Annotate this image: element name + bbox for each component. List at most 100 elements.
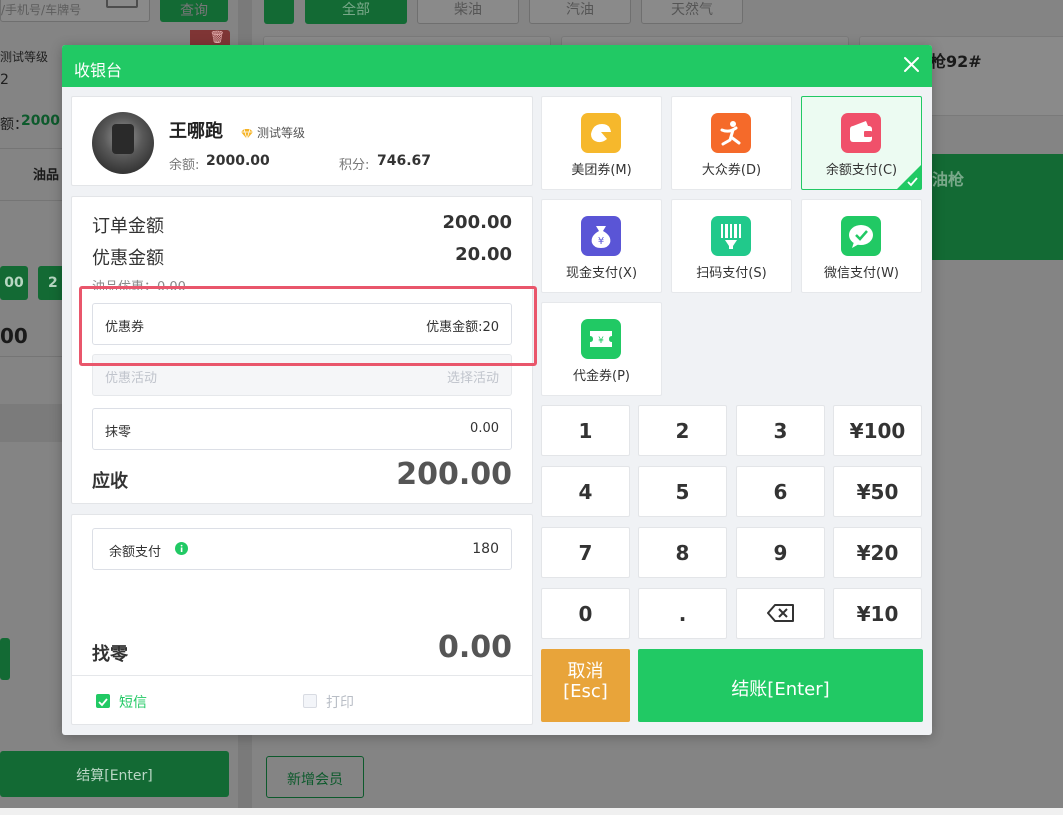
highlight-box [79, 286, 537, 366]
points-label: 积分: [339, 158, 370, 173]
tab-all[interactable]: 全部 [305, 0, 407, 24]
backspace-icon [766, 604, 794, 622]
balance-label: 余额: [169, 158, 200, 173]
method-label: 扫码支付(S) [696, 266, 767, 281]
method-label: 美团券(M) [571, 163, 632, 178]
change-value: 0.00 [437, 630, 512, 665]
scan-card-icon[interactable] [106, 0, 138, 8]
method-label: 微信支付(W) [824, 266, 899, 281]
avatar-figure [112, 124, 134, 154]
discount-amount-label: 优惠金额 [92, 248, 164, 269]
member-name: 王哪跑 [169, 121, 223, 142]
key-0[interactable]: 0 [541, 588, 630, 639]
order-amount-label: 订单金额 [92, 216, 164, 237]
method-label: 大众券(D) [701, 163, 762, 178]
gun-title: 油枪 [932, 170, 965, 189]
key-dot[interactable]: . [638, 588, 727, 639]
key-9[interactable]: 9 [736, 527, 825, 578]
svg-text:¥: ¥ [598, 336, 604, 346]
activity-label: 优惠活动 [105, 371, 158, 386]
member-level-text: 测试等级 [0, 50, 49, 64]
tab-natural-gas[interactable]: 天然气 [641, 0, 743, 24]
sms-checkbox[interactable] [96, 694, 110, 708]
key-7[interactable]: 7 [541, 527, 630, 578]
oil-product-header: 油品 [33, 168, 60, 183]
checkout-button[interactable]: 结账[Enter] [638, 649, 923, 722]
wechat-icon [841, 216, 881, 256]
options-divider [72, 675, 532, 676]
payment-panel: 余额支付 180 找零 0.00 短信 打印 [71, 514, 533, 725]
meituan-icon [581, 113, 621, 153]
method-dianping[interactable]: 大众券(D) [671, 96, 792, 190]
method-balance[interactable]: 余额支付(C) [801, 96, 922, 190]
key-4[interactable]: 4 [541, 466, 630, 517]
key-100[interactable]: ¥100 [833, 405, 922, 456]
sms-label[interactable]: 短信 [119, 692, 147, 712]
wallet-icon [841, 113, 881, 153]
back-button[interactable] [264, 0, 294, 24]
modal-title: 收银台 [74, 61, 123, 80]
svg-text:¥: ¥ [598, 236, 604, 247]
key-50[interactable]: ¥50 [833, 466, 922, 517]
method-label: 现金支付(X) [565, 266, 638, 281]
amount-chip[interactable]: 00 [0, 266, 28, 300]
cancel-shortcut: [Esc] [563, 681, 608, 702]
info-icon[interactable] [175, 542, 188, 555]
background-button[interactable] [0, 638, 10, 680]
method-voucher[interactable]: ¥ 代金券(P) [541, 302, 662, 396]
tab-gasoline[interactable]: 汽油 [529, 0, 631, 24]
new-member-button[interactable]: 新增会员 [266, 756, 364, 798]
settle-button[interactable]: 结算[Enter] [0, 751, 229, 797]
money-bag-icon: ¥ [581, 216, 621, 256]
rounding-field[interactable]: 抹零 0.00 [92, 408, 512, 450]
key-20[interactable]: ¥20 [833, 527, 922, 578]
dianping-icon [711, 113, 751, 153]
key-8[interactable]: 8 [638, 527, 727, 578]
key-6[interactable]: 6 [736, 466, 825, 517]
amount-text: 00 [0, 324, 28, 348]
cancel-button[interactable]: 取消 [Esc] [541, 649, 630, 722]
method-cash[interactable]: ¥ 现金支付(X) [541, 199, 662, 293]
barcode-scan-icon [711, 216, 751, 256]
query-button[interactable]: 查询 [160, 0, 228, 22]
order-amount-value: 200.00 [442, 212, 512, 233]
points-value: 746.67 [377, 153, 432, 169]
key-2[interactable]: 2 [638, 405, 727, 456]
checkout-modal: 收银台 王哪跑 测试等级 余额: 2000.00 积分: 746.67 订单金额… [62, 45, 932, 735]
key-10[interactable]: ¥10 [833, 588, 922, 639]
change-label: 找零 [92, 644, 128, 665]
close-icon[interactable] [902, 54, 922, 76]
tab-diesel[interactable]: 柴油 [417, 0, 519, 24]
member-number-text: 2 [0, 72, 9, 88]
payment-method-label: 余额支付 [109, 545, 162, 560]
activity-placeholder: 选择活动 [446, 371, 499, 386]
member-level: 测试等级 [257, 126, 306, 140]
gun-label: 枪92# [930, 52, 982, 71]
rounding-label: 抹零 [105, 425, 132, 440]
balance-value: 2000.00 [206, 153, 270, 169]
modal-header: 收银台 [62, 45, 932, 87]
rounding-value: 0.00 [470, 421, 499, 436]
cancel-label: 取消 [567, 661, 604, 682]
method-wechat[interactable]: 微信支付(W) [801, 199, 922, 293]
method-meituan[interactable]: 美团券(M) [541, 96, 662, 190]
key-3[interactable]: 3 [736, 405, 825, 456]
amount-due-value: 200.00 [396, 457, 512, 492]
voucher-icon: ¥ [581, 319, 621, 359]
print-checkbox[interactable] [303, 694, 317, 708]
payment-method-value: 180 [472, 541, 499, 557]
amount-due-label: 应收 [92, 471, 128, 492]
discount-amount-value: 20.00 [455, 244, 512, 265]
avatar [92, 112, 154, 174]
print-label[interactable]: 打印 [326, 692, 354, 712]
method-label: 代金券(P) [573, 369, 630, 384]
payment-method-field[interactable]: 余额支付 180 [92, 528, 512, 570]
selected-check-icon [897, 165, 921, 189]
key-1[interactable]: 1 [541, 405, 630, 456]
method-scan[interactable]: 扫码支付(S) [671, 199, 792, 293]
key-5[interactable]: 5 [638, 466, 727, 517]
balance-value-text: 2000 [21, 113, 60, 129]
member-info-panel: 王哪跑 测试等级 余额: 2000.00 积分: 746.67 [71, 96, 533, 186]
backspace-key[interactable] [736, 588, 825, 639]
background-bottom-strip [0, 808, 1063, 815]
